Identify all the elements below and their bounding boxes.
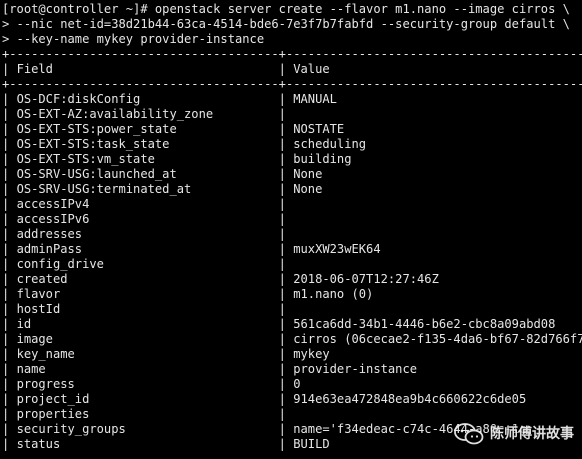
value-header: Value: [293, 62, 330, 76]
watermark-text: 陈师傅讲故事: [490, 425, 574, 442]
value-cell: scheduling: [293, 137, 367, 151]
wechat-icon: [454, 423, 484, 445]
table-row: | OS-SRV-USG:launched_at | None: [2, 167, 323, 181]
value-cell: BUILD: [293, 437, 330, 451]
value-cell: m1.nano (0): [293, 287, 374, 301]
value-cell: provider-instance: [293, 362, 418, 376]
field-cell: id: [16, 317, 32, 331]
table-header-row: | Field | Value: [2, 62, 330, 76]
field-cell: key_name: [16, 347, 75, 361]
watermark: 陈师傅讲故事: [454, 423, 574, 445]
field-cell: status: [16, 437, 61, 451]
table-row: | image | cirros (06cecae2-f135-4da6-bf6…: [2, 332, 582, 347]
value-cell: muxXW23wEK64: [293, 242, 381, 256]
field-cell: config_drive: [16, 257, 104, 271]
field-cell: project_id: [16, 392, 90, 406]
field-cell: progress: [16, 377, 75, 391]
field-cell: OS-EXT-AZ:availability_zone: [16, 107, 214, 121]
table-row: | OS-EXT-STS:task_state | scheduling: [2, 137, 367, 151]
field-cell: addresses: [16, 227, 83, 241]
field-cell: OS-EXT-STS:vm_state: [16, 152, 155, 166]
command-line-1: [root@controller ~]# openstack server cr…: [2, 2, 570, 16]
value-cell: 561ca6dd-34b1-4446-b6e2-cbc8a09abd08: [293, 317, 556, 331]
field-header: Field: [16, 62, 53, 76]
table-row: | name | provider-instance: [2, 362, 418, 376]
value-cell: NOSTATE: [293, 122, 345, 136]
field-cell: OS-SRV-USG:terminated_at: [16, 182, 192, 196]
value-cell: cirros (06cecae2-f135-4da6-bf67-82d766f7…: [293, 332, 582, 346]
value-cell: 914e63ea472848ea9b4c660622c6de05: [293, 392, 527, 406]
table-row: | OS-DCF:diskConfig | MANUAL: [2, 92, 337, 106]
table-row: | hostId |: [2, 302, 294, 316]
field-cell: OS-SRV-USG:launched_at: [16, 167, 177, 181]
field-cell: image: [16, 332, 53, 346]
table-body: | OS-DCF:diskConfig | MANUAL | OS-EXT-AZ:…: [2, 92, 582, 452]
table-row: | key_name | mykey: [2, 347, 330, 361]
table-row: | adminPass | muxXW23wEK64: [2, 242, 381, 256]
table-row: | id | 561ca6dd-34b1-4446-b6e2-cbc8a09ab…: [2, 317, 556, 331]
command-line-2: > --nic net-id=38d21b44-63ca-4514-bde6-7…: [2, 17, 570, 31]
field-cell: flavor: [16, 287, 61, 301]
table-row: | OS-SRV-USG:terminated_at | None: [2, 182, 323, 196]
table-row: | config_drive |: [2, 257, 294, 271]
value-cell: MANUAL: [293, 92, 337, 106]
value-cell: None: [293, 167, 323, 181]
value-cell: 0: [293, 377, 301, 391]
table-row: | project_id | 914e63ea472848ea9b4c66062…: [2, 392, 527, 406]
table-border-mid: +-------------------------------------+-…: [2, 77, 582, 91]
field-cell: created: [16, 272, 68, 286]
value-cell: mykey: [293, 347, 330, 361]
field-cell: security_groups: [16, 422, 126, 436]
table-row: | properties |: [2, 407, 294, 421]
table-border-top: +-------------------------------------+-…: [2, 47, 582, 61]
table-row: | OS-EXT-AZ:availability_zone |: [2, 107, 294, 121]
field-cell: OS-EXT-STS:power_state: [16, 122, 177, 136]
value-cell: 2018-06-07T12:27:46Z: [293, 272, 439, 286]
field-cell: accessIPv4: [16, 197, 90, 211]
field-cell: OS-EXT-STS:task_state: [16, 137, 170, 151]
table-row: | OS-EXT-STS:vm_state | building: [2, 152, 352, 166]
terminal-output[interactable]: [root@controller ~]# openstack server cr…: [2, 2, 582, 459]
value-cell: building: [293, 152, 352, 166]
field-cell: hostId: [16, 302, 61, 316]
value-cell: None: [293, 182, 323, 196]
field-cell: properties: [16, 407, 90, 421]
field-cell: name: [16, 362, 46, 376]
table-row: | flavor | m1.nano (0): [2, 287, 374, 301]
field-cell: OS-DCF:diskConfig: [16, 92, 141, 106]
table-row: | accessIPv4 |: [2, 197, 294, 211]
field-cell: accessIPv6: [16, 212, 90, 226]
field-cell: adminPass: [16, 242, 83, 256]
command-line-3: > --key-name mykey provider-instance: [2, 32, 265, 46]
table-row: | OS-EXT-STS:power_state | NOSTATE: [2, 122, 345, 136]
table-row: | addresses |: [2, 227, 294, 241]
table-row: | accessIPv6 |: [2, 212, 294, 226]
table-row: | created | 2018-06-07T12:27:46Z: [2, 272, 439, 286]
table-row: | progress | 0: [2, 377, 301, 391]
